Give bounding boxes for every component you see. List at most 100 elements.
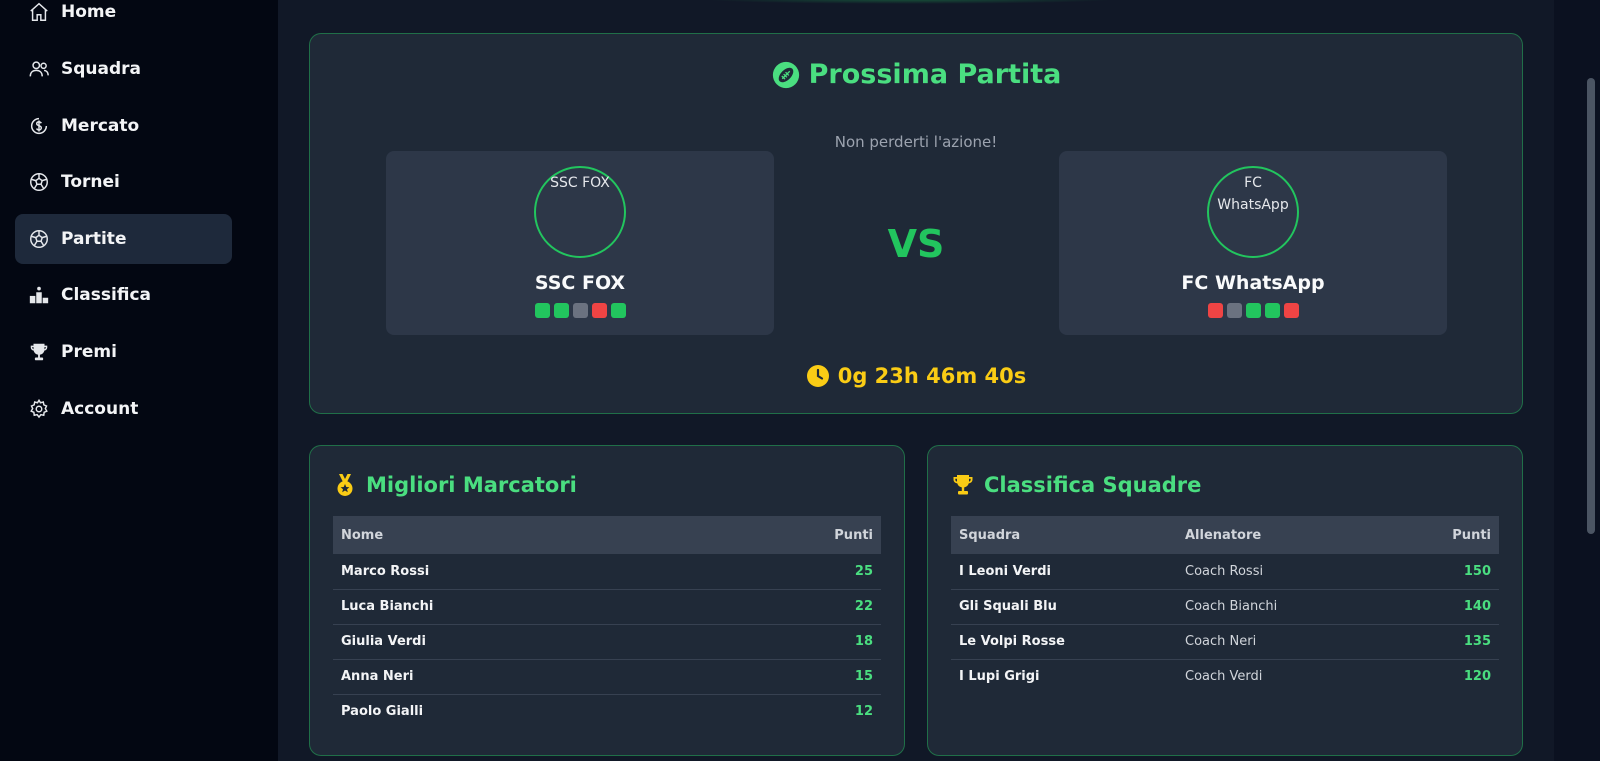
trophy-icon [27,340,51,364]
table-header-row: Nome Punti [333,516,881,554]
team-points: 135 [1390,624,1499,660]
sidebar-item-label: Partite [61,229,127,249]
sidebar-item-squadra[interactable]: Squadra [15,44,232,94]
table-row: Marco Rossi 25 [333,554,881,590]
away-team-card[interactable]: FC WhatsApp FC WhatsApp [1059,151,1447,335]
form-indicator [553,303,569,318]
away-team-logo: FC WhatsApp [1207,166,1299,258]
column-header-coach: Allenatore [1185,527,1262,543]
form-indicator [572,303,588,318]
column-header-points: Punti [1452,527,1491,543]
scrollbar-thumb[interactable] [1587,78,1595,534]
scorer-name: Marco Rossi [333,554,698,590]
sidebar-item-label: Classifica [61,285,151,305]
trophy-icon [953,475,973,495]
sidebar-item-label: Home [61,2,117,22]
home-team-form [386,303,774,318]
countdown: 0g 23h 46m 40s [310,364,1522,388]
coach-name: Coach Bianchi [1177,589,1391,625]
team-standings-title-text: Classifica Squadre [984,473,1202,497]
scorer-points: 15 [697,659,881,695]
table-row: I Lupi Grigi Coach Verdi 120 [951,659,1499,694]
table-row: Giulia Verdi 18 [333,624,881,660]
next-match-subtitle: Non perderti l'azione! [834,133,998,151]
soccer-ball-icon [27,170,51,194]
scorer-name: Paolo Gialli [341,704,424,720]
column-header-points: Punti [834,527,873,543]
table-header-row: Squadra Allenatore Punti [951,516,1499,554]
away-team-name: FC WhatsApp [1181,272,1325,294]
team-points: 140 [1390,589,1499,625]
team-standings-title: Classifica Squadre [951,473,1201,497]
scorer-points: 22 [697,589,881,625]
coach-name: Coach Neri [1177,624,1391,660]
home-team-name: SSC FOX [534,272,626,294]
form-indicator [1264,303,1280,318]
team-name: I Lupi Grigi [959,669,1040,685]
sidebar-item-account[interactable]: Account [15,384,232,434]
table-row: Anna Neri 15 [333,659,881,695]
scorer-points: 25 [697,554,881,590]
away-team-form [1059,303,1447,318]
sidebar-item-classifica[interactable]: Classifica [15,270,232,320]
form-indicator [610,303,626,318]
team-name: I Leoni Verdi [951,554,1177,590]
podium-icon [27,283,51,307]
sidebar-item-home[interactable]: Home [15,0,232,37]
team-name: Gli Squali Blu [951,589,1177,625]
table-row: Luca Bianchi 22 [333,589,881,625]
countdown-text: 0g 23h 46m 40s [837,364,1027,388]
form-indicator [534,303,550,318]
coach-name: Coach Rossi [1177,554,1391,590]
team-points: 120 [1463,669,1491,685]
table-row: I Leoni Verdi Coach Rossi 150 [951,554,1499,590]
form-indicator [1245,303,1261,318]
sidebar-item-tornei[interactable]: Tornei [15,157,232,207]
gear-icon [27,397,51,421]
sidebar-item-premi[interactable]: Premi [15,327,232,377]
top-scorers-title-text: Migliori Marcatori [366,473,577,497]
top-scorers-card: Migliori Marcatori Nome Punti Marco Ross… [309,445,905,756]
scorer-name: Anna Neri [333,659,698,695]
soccer-ball-icon [27,227,51,251]
scorer-name: Luca Bianchi [333,589,698,625]
team-name: Le Volpi Rosse [951,624,1177,660]
team-standings-card: Classifica Squadre Squadra Allenatore Pu… [927,445,1523,756]
next-match-title: Prossima Partita [310,59,1522,90]
clock-icon [806,365,829,387]
top-scorers-title: Migliori Marcatori [333,473,577,497]
form-indicator [1207,303,1223,318]
table-row: Le Volpi Rosse Coach Neri 135 [951,624,1499,660]
next-match-card: Prossima Partita Non perderti l'azione! … [309,33,1523,414]
sidebar-item-mercato[interactable]: Mercato [15,101,232,151]
next-match-title-text: Prossima Partita [808,59,1062,90]
header-glow [700,0,1120,4]
top-scorers-table: Nome Punti Marco Rossi 25 Luca Bianchi 2… [333,516,881,729]
home-icon [27,0,51,24]
scorer-name: Giulia Verdi [333,624,698,660]
form-indicator [591,303,607,318]
users-icon [27,57,51,81]
sidebar-item-label: Premi [61,342,117,362]
sidebar-item-label: Mercato [61,116,140,136]
team-points: 150 [1390,554,1499,590]
sidebar-item-label: Account [61,399,139,419]
scrollbar[interactable] [1582,0,1600,761]
column-header-team: Squadra [959,527,1021,543]
form-indicator [1226,303,1242,318]
table-row: Paolo Gialli 12 [333,694,881,729]
medal-icon [337,474,353,496]
coin-icon [27,114,51,138]
sidebar-item-label: Squadra [61,59,142,79]
scorer-points: 18 [697,624,881,660]
football-icon [772,61,799,88]
table-row: Gli Squali Blu Coach Bianchi 140 [951,589,1499,625]
scorer-points: 12 [854,704,873,720]
team-standings-table: Squadra Allenatore Punti I Leoni Verdi C… [951,516,1499,694]
sidebar-item-partite[interactable]: Partite [15,214,232,264]
column-header-name: Nome [341,527,384,543]
sidebar: Home Squadra Mercato Tornei Partite Clas… [0,0,278,761]
sidebar-item-label: Tornei [61,172,120,192]
form-indicator [1283,303,1299,318]
coach-name: Coach Verdi [1185,669,1263,685]
